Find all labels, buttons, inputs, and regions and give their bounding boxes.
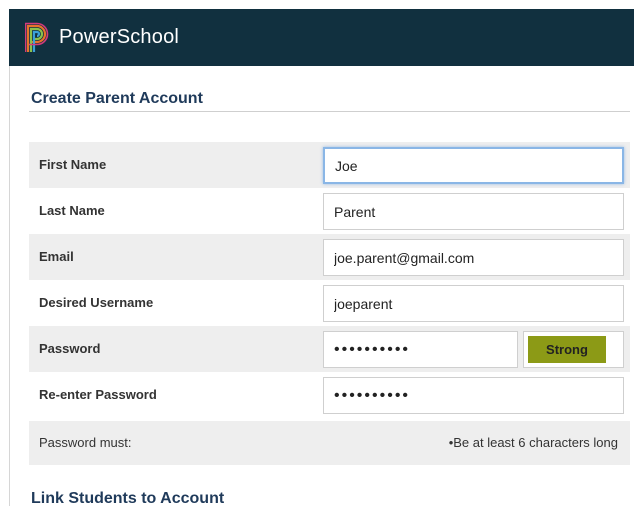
page-title: Create Parent Account bbox=[31, 90, 203, 107]
password-strength-meter: Strong bbox=[523, 331, 624, 368]
app-header: PowerSchool bbox=[9, 9, 634, 66]
page: PowerSchool Create Parent Account First … bbox=[0, 0, 634, 506]
username-input[interactable] bbox=[323, 285, 624, 322]
title-divider bbox=[29, 111, 630, 112]
requirements-label: Password must: bbox=[39, 435, 132, 450]
password-requirements: Password must: •Be at least 6 characters… bbox=[29, 421, 630, 465]
email-input[interactable] bbox=[323, 239, 624, 276]
first-name-input[interactable] bbox=[323, 147, 624, 184]
reenter-password-input[interactable] bbox=[323, 377, 624, 414]
link-students-title: Link Students to Account bbox=[31, 490, 225, 506]
email-row: Email bbox=[29, 234, 630, 280]
first-name-row: First Name bbox=[29, 142, 630, 188]
username-label: Desired Username bbox=[39, 295, 154, 310]
last-name-label: Last Name bbox=[39, 203, 105, 218]
requirement-min-length: •Be at least 6 characters long bbox=[448, 435, 618, 450]
first-name-label: First Name bbox=[39, 157, 107, 172]
left-border bbox=[9, 66, 10, 506]
username-row: Desired Username bbox=[29, 280, 630, 326]
password-label: Password bbox=[39, 341, 101, 356]
password-strength-badge: Strong bbox=[528, 336, 606, 363]
brand-name: PowerSchool bbox=[59, 26, 180, 48]
last-name-input[interactable] bbox=[323, 193, 624, 230]
email-label: Email bbox=[39, 249, 74, 264]
last-name-row: Last Name bbox=[29, 188, 630, 234]
password-input[interactable] bbox=[323, 331, 518, 368]
reenter-password-row: Re-enter Password bbox=[29, 372, 630, 418]
reenter-password-label: Re-enter Password bbox=[39, 387, 157, 402]
powerschool-logo-icon bbox=[25, 22, 49, 52]
password-row: Password Strong bbox=[29, 326, 630, 372]
